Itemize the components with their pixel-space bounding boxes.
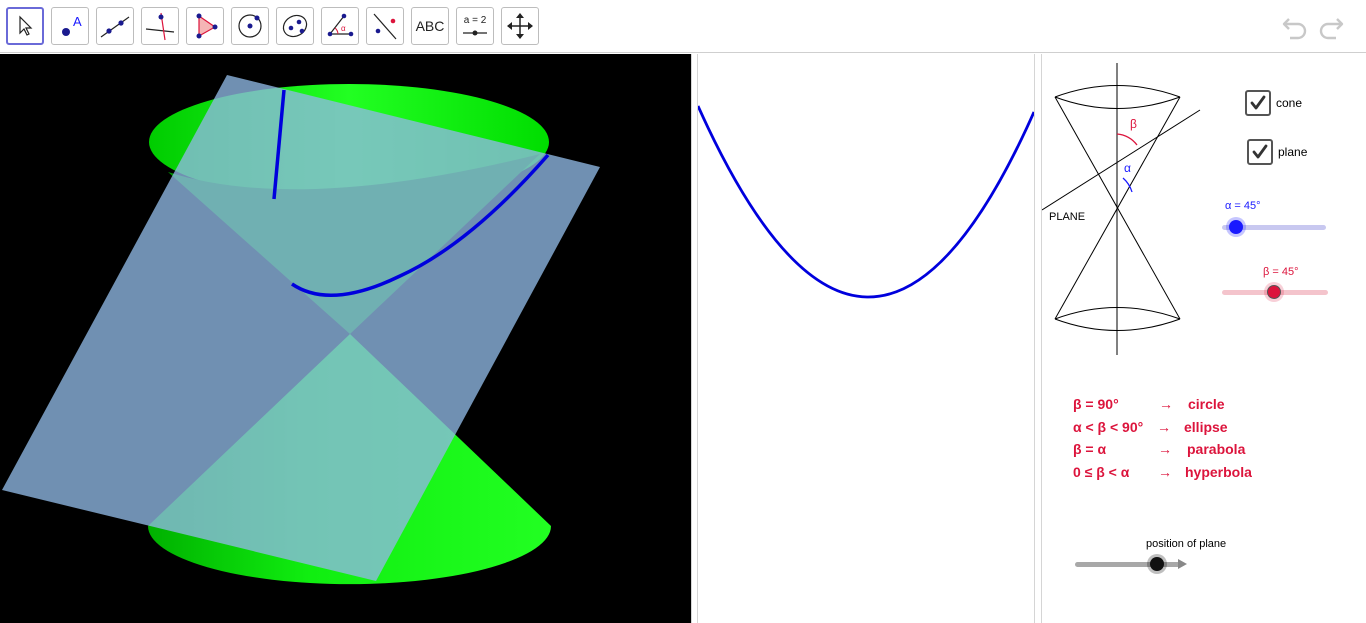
alpha-slider-knob[interactable] — [1229, 220, 1243, 234]
polygon-tool-button[interactable] — [186, 7, 224, 45]
toolbar: A α ABC a = 2 — [0, 0, 1366, 53]
beta-slider-label: β = 45° — [1263, 266, 1299, 278]
alpha-slider-label: α = 45° — [1225, 200, 1261, 212]
reflect-tool-button[interactable] — [366, 7, 404, 45]
legend-condition: α < β < 90° — [1073, 419, 1144, 435]
cone-checkbox[interactable]: cone — [1245, 90, 1302, 116]
ellipse-tool-button[interactable] — [276, 7, 314, 45]
line-tool-button[interactable] — [96, 7, 134, 45]
geogebra-app: A α ABC a = 2 β α PLANE cone plane α = 4… — [0, 0, 1366, 623]
move-arrow-icon — [19, 15, 33, 36]
reflect-about-line-icon — [373, 13, 397, 40]
legend-condition: β = α — [1073, 441, 1107, 457]
line-through-points-icon — [100, 16, 130, 38]
cone-plane-3d-scene[interactable] — [0, 54, 691, 623]
beta-slider-knob[interactable] — [1267, 285, 1281, 299]
legend-arrow: → — [1157, 419, 1171, 435]
plane-checkbox-box[interactable] — [1247, 139, 1273, 165]
alpha-angle-label: α — [1124, 161, 1131, 175]
point-tool-label: A — [73, 14, 82, 29]
slider-icon-label: a = 2 — [463, 15, 487, 26]
legend-arrow: → — [1159, 396, 1173, 412]
graphics-1-view[interactable]: β α PLANE cone plane α = 45° β = 45° β =… — [1042, 54, 1366, 623]
move-view-icon — [507, 13, 533, 39]
slider-arrow-icon — [1178, 559, 1187, 569]
parabola-curve — [698, 105, 1034, 299]
move-tool-button[interactable] — [6, 7, 44, 45]
beta-angle-label: β — [1130, 117, 1137, 131]
polygon-icon — [196, 13, 218, 39]
circle-tool-button[interactable] — [231, 7, 269, 45]
position-slider-track[interactable] — [1075, 562, 1181, 567]
graphics-3d-view[interactable] — [0, 54, 691, 623]
plane-checkbox[interactable]: plane — [1247, 139, 1307, 165]
plane-diagram-label: PLANE — [1049, 211, 1085, 223]
ellipse-icon — [282, 14, 308, 38]
cone-angle-diagram: β α PLANE — [1042, 63, 1201, 355]
circle-center-point-icon — [238, 14, 262, 38]
text-tool-button[interactable]: ABC — [411, 7, 449, 45]
view-splitter-2[interactable] — [1034, 54, 1042, 623]
redo-icon[interactable] — [1316, 12, 1346, 40]
text-icon: ABC — [415, 18, 445, 34]
position-slider-knob[interactable] — [1150, 557, 1164, 571]
cone-checkbox-box[interactable] — [1245, 90, 1271, 116]
legend-result: circle — [1188, 396, 1225, 412]
section-curve-plot — [698, 105, 1034, 299]
cone-checkbox-label: cone — [1276, 96, 1303, 110]
perpendicular-line-tool-button[interactable] — [141, 7, 179, 45]
angle-icon: α — [327, 13, 354, 37]
legend-arrow: → — [1158, 464, 1172, 480]
checkmark-icon — [1250, 95, 1266, 110]
legend-condition: β = 90° — [1073, 396, 1119, 412]
plane-checkbox-label: plane — [1278, 145, 1308, 159]
svg-text:α: α — [341, 24, 346, 33]
legend-condition: 0 ≤ β < α — [1073, 464, 1130, 480]
point-icon: A — [62, 14, 82, 36]
legend-result: parabola — [1187, 441, 1246, 457]
legend-result: hyperbola — [1185, 464, 1252, 480]
legend-arrow: → — [1158, 441, 1172, 457]
view-splitter-1[interactable] — [691, 54, 698, 623]
move-graphics-view-button[interactable] — [501, 7, 539, 45]
position-slider-label: position of plane — [1146, 538, 1227, 550]
undo-icon[interactable] — [1280, 12, 1310, 40]
slider-tool-button[interactable]: a = 2 — [456, 7, 494, 45]
point-tool-button[interactable]: A — [51, 7, 89, 45]
graphics-2-view[interactable] — [698, 54, 1034, 623]
perpendicular-line-icon — [145, 12, 175, 41]
legend-result: ellipse — [1184, 419, 1228, 435]
checkmark-icon — [1252, 144, 1268, 159]
angle-tool-button[interactable]: α — [321, 7, 359, 45]
